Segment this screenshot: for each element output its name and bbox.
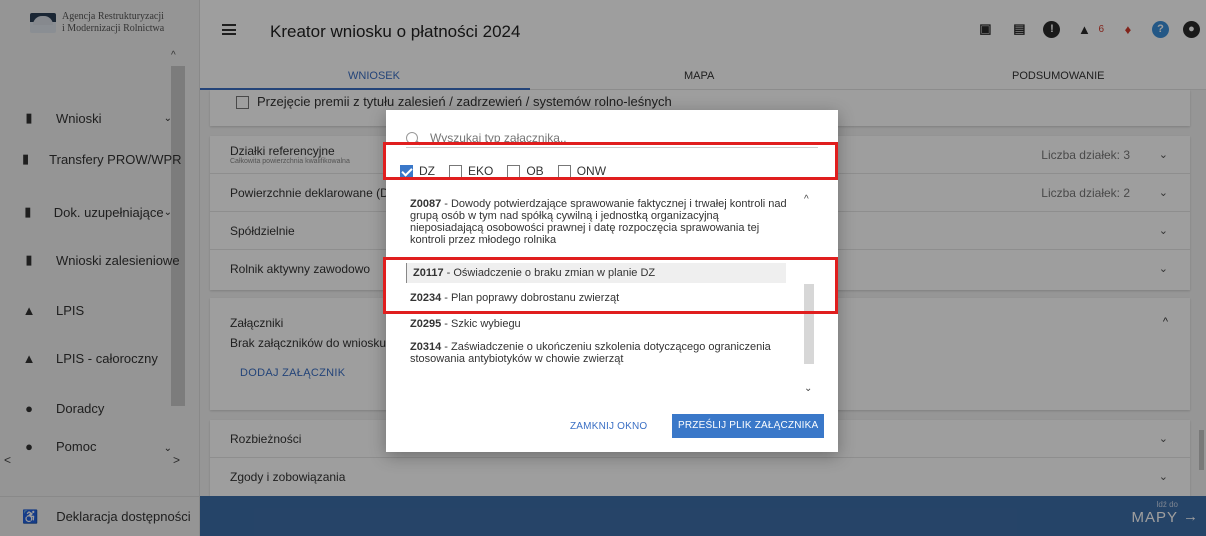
- upload-attachment-button[interactable]: PRZEŚLIJ PLIK ZAŁĄCZNIKA: [672, 414, 825, 438]
- item-text: - Dowody potwierdzające sprawowanie fakt…: [410, 198, 787, 246]
- dialog-actions: ZAMKNIJ OKNO PRZEŚLIJ PLIK ZAŁĄCZNIKA: [386, 414, 838, 440]
- list-item[interactable]: Z0295 - Szkic wybiegu: [410, 318, 790, 330]
- annotation-box-items: [383, 257, 838, 314]
- list-item[interactable]: Z0087 - Dowody potwierdzające sprawowani…: [410, 198, 790, 246]
- annotation-box-filters: [383, 142, 838, 180]
- item-code: Z0295: [410, 318, 442, 330]
- item-code: Z0314: [410, 341, 442, 353]
- item-text: - Szkic wybiegu: [441, 318, 521, 330]
- scroll-up-icon[interactable]: ^: [804, 194, 809, 205]
- list-item[interactable]: Z0314 - Zaświadczenie o ukończeniu szkol…: [410, 341, 790, 365]
- scroll-down-icon[interactable]: ⌄: [804, 383, 812, 394]
- item-text: - Zaświadczenie o ukończeniu szkolenia d…: [410, 341, 771, 365]
- item-code: Z0087: [410, 198, 442, 210]
- close-dialog-button[interactable]: ZAMKNIJ OKNO: [570, 421, 647, 432]
